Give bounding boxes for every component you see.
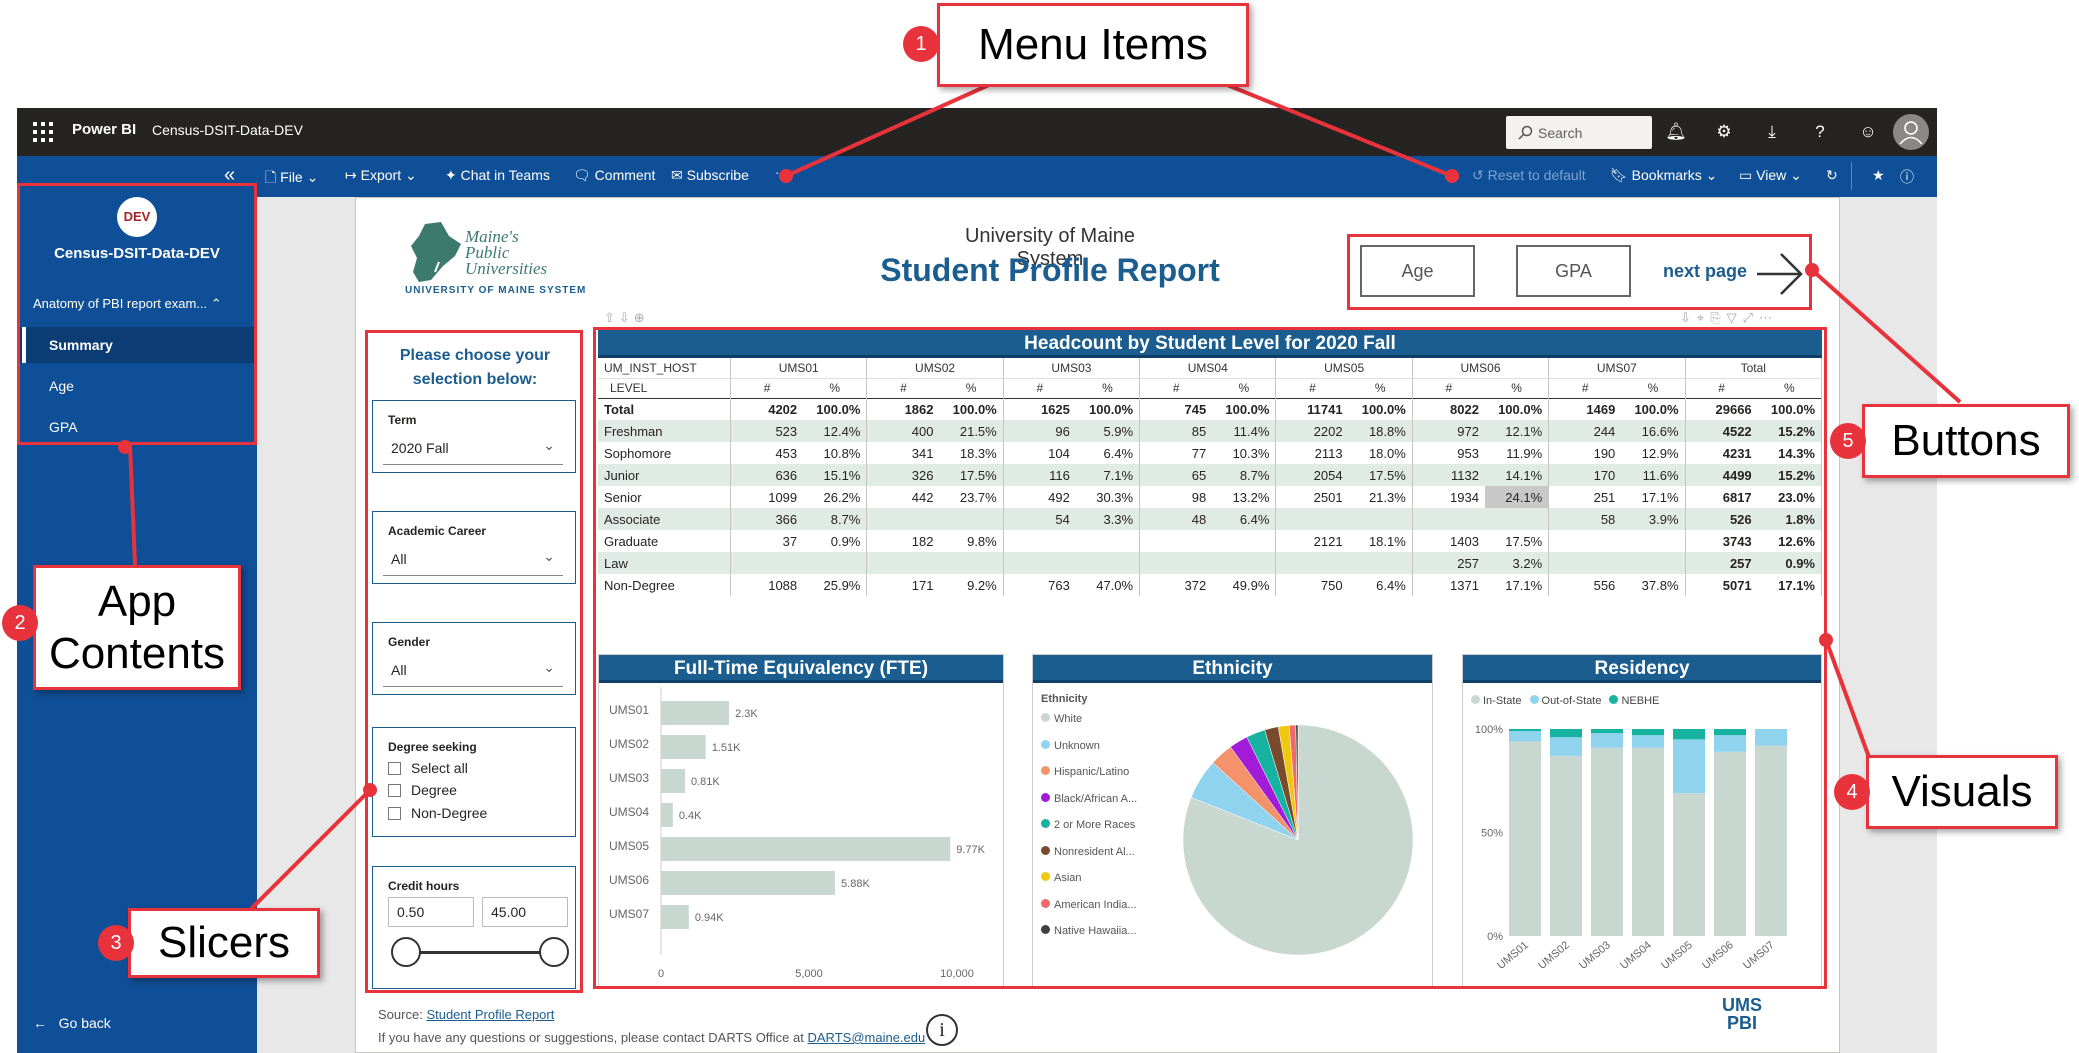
search-placeholder: Search [1538,125,1583,141]
feedback-smiley-icon[interactable]: ☺ [1856,120,1880,144]
logo-text: Maine's Public Universities [465,228,548,278]
callout-number: 2 [2,605,38,641]
favorite-star-icon[interactable]: ★ [1872,167,1885,184]
slicers-highlight [365,330,583,993]
search-icon [1518,125,1533,140]
visual-header-icons[interactable]: ⇩⌖⎘▽⤢⋯ [1680,310,1778,326]
app-contents-highlight [17,183,257,445]
reset-label: Reset to default [1487,167,1586,183]
file-menu-label: File [280,169,303,185]
download-icon[interactable]: ⤓ [1760,120,1784,144]
app-contents-callout: App Contents [33,565,241,690]
go-back-label: Go back [58,1015,111,1031]
info-icon[interactable]: i [926,1014,958,1046]
buttons-highlight [1347,234,1812,310]
view-menu[interactable]: ▭ View ⌄ [1739,167,1802,184]
go-back-button[interactable]: ← Go back [33,1015,111,1031]
more-options-button[interactable]: ··· [775,164,789,180]
comment-label: Comment [594,167,656,183]
subscribe-button[interactable]: ✉ Subscribe [671,167,749,184]
menu-items-callout: Menu Items [937,3,1249,87]
callout-number: 1 [903,26,939,62]
command-bar: « 🗋︎ File ⌄ ↦ Export ⌄ ✦ Chat in Teams 🗨… [17,156,1937,197]
report-title: Student Profile Report [880,252,1220,288]
logo-line: Universities [465,259,548,278]
footer-source: Source: Student Profile Report [378,1007,554,1022]
powerbi-topbar: Power BI Census-DSIT-Data-DEV Search 🔔︎ … [17,108,1937,156]
slicers-callout: Slicers [128,908,320,978]
export-menu-label: Export [360,167,402,183]
callout-number: 5 [1830,423,1866,459]
buttons-callout: Buttons [1862,404,2070,478]
logo-subtitle: UNIVERSITY OF MAINE SYSTEM [405,285,587,296]
bookmarks-menu[interactable]: 🔖︎ Bookmarks ⌄ [1610,167,1717,184]
file-menu[interactable]: 🗋︎ File ⌄ [265,167,318,191]
logo-line: UMS [1722,995,1762,1015]
chat-in-teams-button[interactable]: ✦ Chat in Teams [445,167,550,184]
chat-in-teams-label: Chat in Teams [460,167,550,183]
powerbi-brand[interactable]: Power BI [72,121,136,138]
view-label: View [1756,167,1787,183]
comment-button[interactable]: 🗨︎ Comment [573,167,655,184]
divider [1851,162,1852,190]
gear-icon[interactable]: ⚙ [1712,120,1736,144]
export-menu[interactable]: ↦ Export ⌄ [345,167,417,184]
help-icon[interactable]: ? [1808,120,1832,144]
ums-pbi-logo: UMS PBI [1722,996,1762,1032]
breadcrumb[interactable]: Census-DSIT-Data-DEV [152,122,303,138]
arrow-left-icon: ← [33,1015,47,1031]
source-label: Source: [378,1007,423,1022]
drill-controls[interactable]: ⇧⇩⊕ [604,310,649,326]
bookmarks-label: Bookmarks [1631,167,1702,183]
logo-line: PBI [1726,1013,1757,1033]
search-box[interactable]: Search [1506,116,1652,149]
email-link[interactable]: DARTS@maine.edu [808,1030,926,1045]
footer-contact: If you have any questions or suggestions… [378,1030,925,1045]
app-launcher-icon[interactable] [33,122,53,142]
subscribe-label: Subscribe [686,167,749,183]
visuals-callout: Visuals [1866,755,2058,829]
info-icon[interactable]: ⓘ [1900,167,1914,187]
reset-to-default-button[interactable]: ↺ Reset to default [1472,167,1586,184]
callout-number: 3 [98,925,134,961]
avatar[interactable] [1893,114,1929,150]
bell-icon[interactable]: 🔔︎ [1664,120,1688,144]
maine-logo [405,222,463,289]
refresh-icon[interactable]: ↻ [1826,167,1838,184]
contact-text: If you have any questions or suggestions… [378,1030,804,1045]
callout-number: 4 [1834,774,1870,810]
visuals-highlight [593,327,1827,989]
user-icon [1899,121,1923,145]
maine-map-icon [411,222,461,282]
source-link[interactable]: Student Profile Report [426,1007,554,1022]
